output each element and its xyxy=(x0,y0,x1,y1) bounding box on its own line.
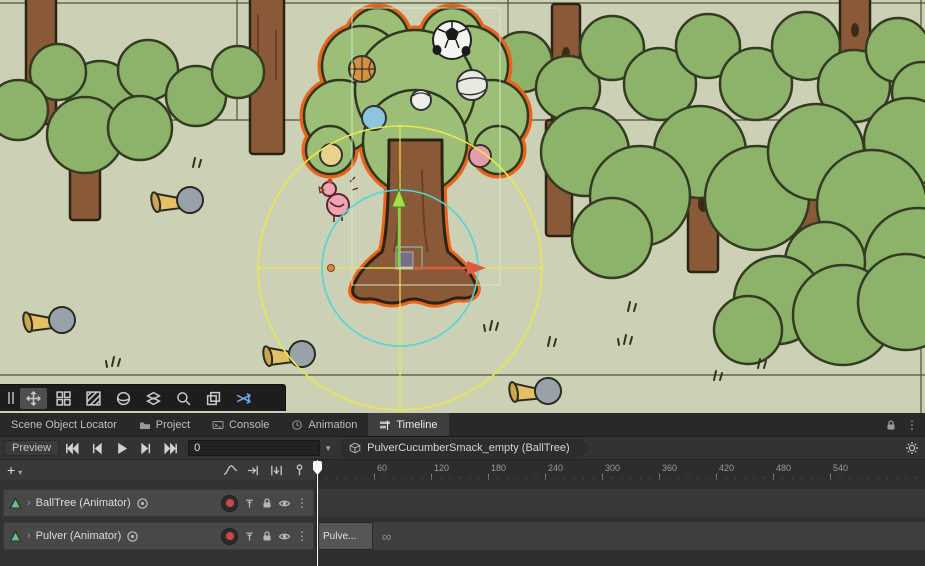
binding-target-icon[interactable] xyxy=(136,497,149,510)
rotation-gizmo[interactable] xyxy=(258,124,542,412)
track-lane-pulver[interactable]: Pulve... ∞ xyxy=(317,522,925,550)
yellow-ball[interactable] xyxy=(320,144,342,166)
toolbar-grip-icon[interactable] xyxy=(4,388,17,409)
foldout-icon[interactable]: › xyxy=(27,498,31,509)
track-name: Pulver (Animator) xyxy=(36,530,122,542)
timeline-tracks-area: Pulve... ∞ › BallTree (Animator) ⋮ xyxy=(0,480,925,566)
ruler-tick: 120 xyxy=(431,460,471,480)
record-button[interactable] xyxy=(221,495,238,512)
track-header-column: › BallTree (Animator) ⋮ › Pulver (Animat… xyxy=(0,480,317,566)
loop-infinity-icon: ∞ xyxy=(382,522,391,550)
track-menu-icon[interactable]: ⋮ xyxy=(296,497,308,509)
track-name: BallTree (Animator) xyxy=(36,497,131,509)
animator-track-icon xyxy=(9,530,22,543)
tilemap-tool-icon[interactable] xyxy=(50,388,77,409)
playhead-line[interactable] xyxy=(317,460,318,566)
move-tool-icon[interactable] xyxy=(20,388,47,409)
ruler-tick: 540 xyxy=(830,460,870,480)
timeline-playback-bar: Preview ▾ PulverCucumberSmack_empty (Bal… xyxy=(0,437,925,460)
tab-label: Project xyxy=(156,419,190,431)
timeline-edit-icons xyxy=(223,463,316,478)
play-button[interactable] xyxy=(109,439,134,458)
frame-dropdown-icon[interactable]: ▾ xyxy=(320,443,336,454)
ruler-tick: 60 xyxy=(374,460,414,480)
animation-clip[interactable]: Pulve... xyxy=(318,522,373,550)
track-marker-icon[interactable] xyxy=(243,497,256,510)
layers-tool-icon[interactable] xyxy=(200,388,227,409)
previous-frame-button[interactable] xyxy=(84,439,109,458)
prefab-cube-icon xyxy=(349,442,361,454)
ruler-tick: 300 xyxy=(602,460,642,480)
ruler-tick: 240 xyxy=(545,460,585,480)
gear-icon[interactable] xyxy=(905,441,919,455)
ruler-tick: 420 xyxy=(716,460,756,480)
sphere-tool-icon[interactable] xyxy=(110,388,137,409)
tab-bar-right: ⋮ xyxy=(885,413,925,436)
track-lane-balltree[interactable] xyxy=(317,489,925,517)
tab-timeline[interactable]: Timeline xyxy=(368,413,448,436)
stack-tool-icon[interactable] xyxy=(140,388,167,409)
breadcrumb-label: PulverCucumberSmack_empty (BallTree) xyxy=(367,442,570,454)
pattern-tool-icon[interactable] xyxy=(80,388,107,409)
tab-animation[interactable]: Animation xyxy=(280,413,368,436)
timeline-toolbar-row: + ▾ 60 120 180 240 300 360 420 480 540 xyxy=(0,460,925,480)
binding-target-icon[interactable] xyxy=(126,530,139,543)
add-track-label: + xyxy=(7,463,15,477)
track-header-pulver[interactable]: › Pulver (Animator) ⋮ xyxy=(3,522,314,550)
track-lock-icon[interactable] xyxy=(261,530,273,542)
tab-console[interactable]: Console xyxy=(201,413,280,436)
shuffle-tool-icon[interactable] xyxy=(230,388,257,409)
track-eye-icon[interactable] xyxy=(278,497,291,510)
tab-scene-object-locator[interactable]: Scene Object Locator xyxy=(0,413,128,436)
ruler-tick: 360 xyxy=(659,460,699,480)
track-lock-icon[interactable] xyxy=(261,497,273,509)
zoom-tool-icon[interactable] xyxy=(170,388,197,409)
insert-frame-icon[interactable] xyxy=(269,463,284,478)
tab-project[interactable]: Project xyxy=(128,413,201,436)
tab-label: Animation xyxy=(308,419,357,431)
tab-label: Timeline xyxy=(396,419,437,431)
preview-toggle-button[interactable]: Preview xyxy=(4,440,59,456)
panel-menu-icon[interactable]: ⋮ xyxy=(906,419,918,431)
console-icon xyxy=(212,419,224,431)
add-track-button[interactable]: + ▾ xyxy=(7,463,22,477)
track-header-balltree[interactable]: › BallTree (Animator) ⋮ xyxy=(3,489,314,517)
curves-icon[interactable] xyxy=(223,463,238,478)
folder-icon xyxy=(139,419,151,431)
next-frame-button[interactable] xyxy=(134,439,159,458)
ruler-tick: 180 xyxy=(488,460,528,480)
tab-label: Scene Object Locator xyxy=(11,419,117,431)
scene-toolbar xyxy=(0,384,286,411)
marker-pin-icon[interactable] xyxy=(292,463,307,478)
breadcrumb[interactable]: PulverCucumberSmack_empty (BallTree) xyxy=(341,439,590,458)
timeline-toolbar: + ▾ xyxy=(0,460,317,480)
panel-tab-bar: Scene Object Locator Project Console Ani… xyxy=(0,413,925,437)
lock-icon[interactable] xyxy=(885,419,897,431)
go-to-start-button[interactable] xyxy=(59,439,84,458)
volleyball[interactable] xyxy=(457,70,487,100)
track-marker-icon[interactable] xyxy=(243,530,256,543)
foldout-icon[interactable]: › xyxy=(27,531,31,542)
go-to-end-button[interactable] xyxy=(159,439,184,458)
ruler-tick: 480 xyxy=(773,460,813,480)
animator-track-icon xyxy=(9,497,22,510)
frame-number-input[interactable] xyxy=(188,440,320,456)
clock-icon xyxy=(291,419,303,431)
edge-snap-icon[interactable] xyxy=(246,463,261,478)
scene-view[interactable] xyxy=(0,0,925,413)
tab-label: Console xyxy=(229,419,269,431)
add-track-dropdown-icon: ▾ xyxy=(18,469,22,477)
timeline-ruler[interactable]: 60 120 180 240 300 360 420 480 540 xyxy=(317,460,925,480)
record-button[interactable] xyxy=(221,528,238,545)
editor-window: Scene Object Locator Project Console Ani… xyxy=(0,0,925,566)
timeline-icon xyxy=(379,419,391,431)
track-eye-icon[interactable] xyxy=(278,530,291,543)
track-menu-icon[interactable]: ⋮ xyxy=(296,530,308,542)
scene-canvas[interactable] xyxy=(0,0,925,413)
